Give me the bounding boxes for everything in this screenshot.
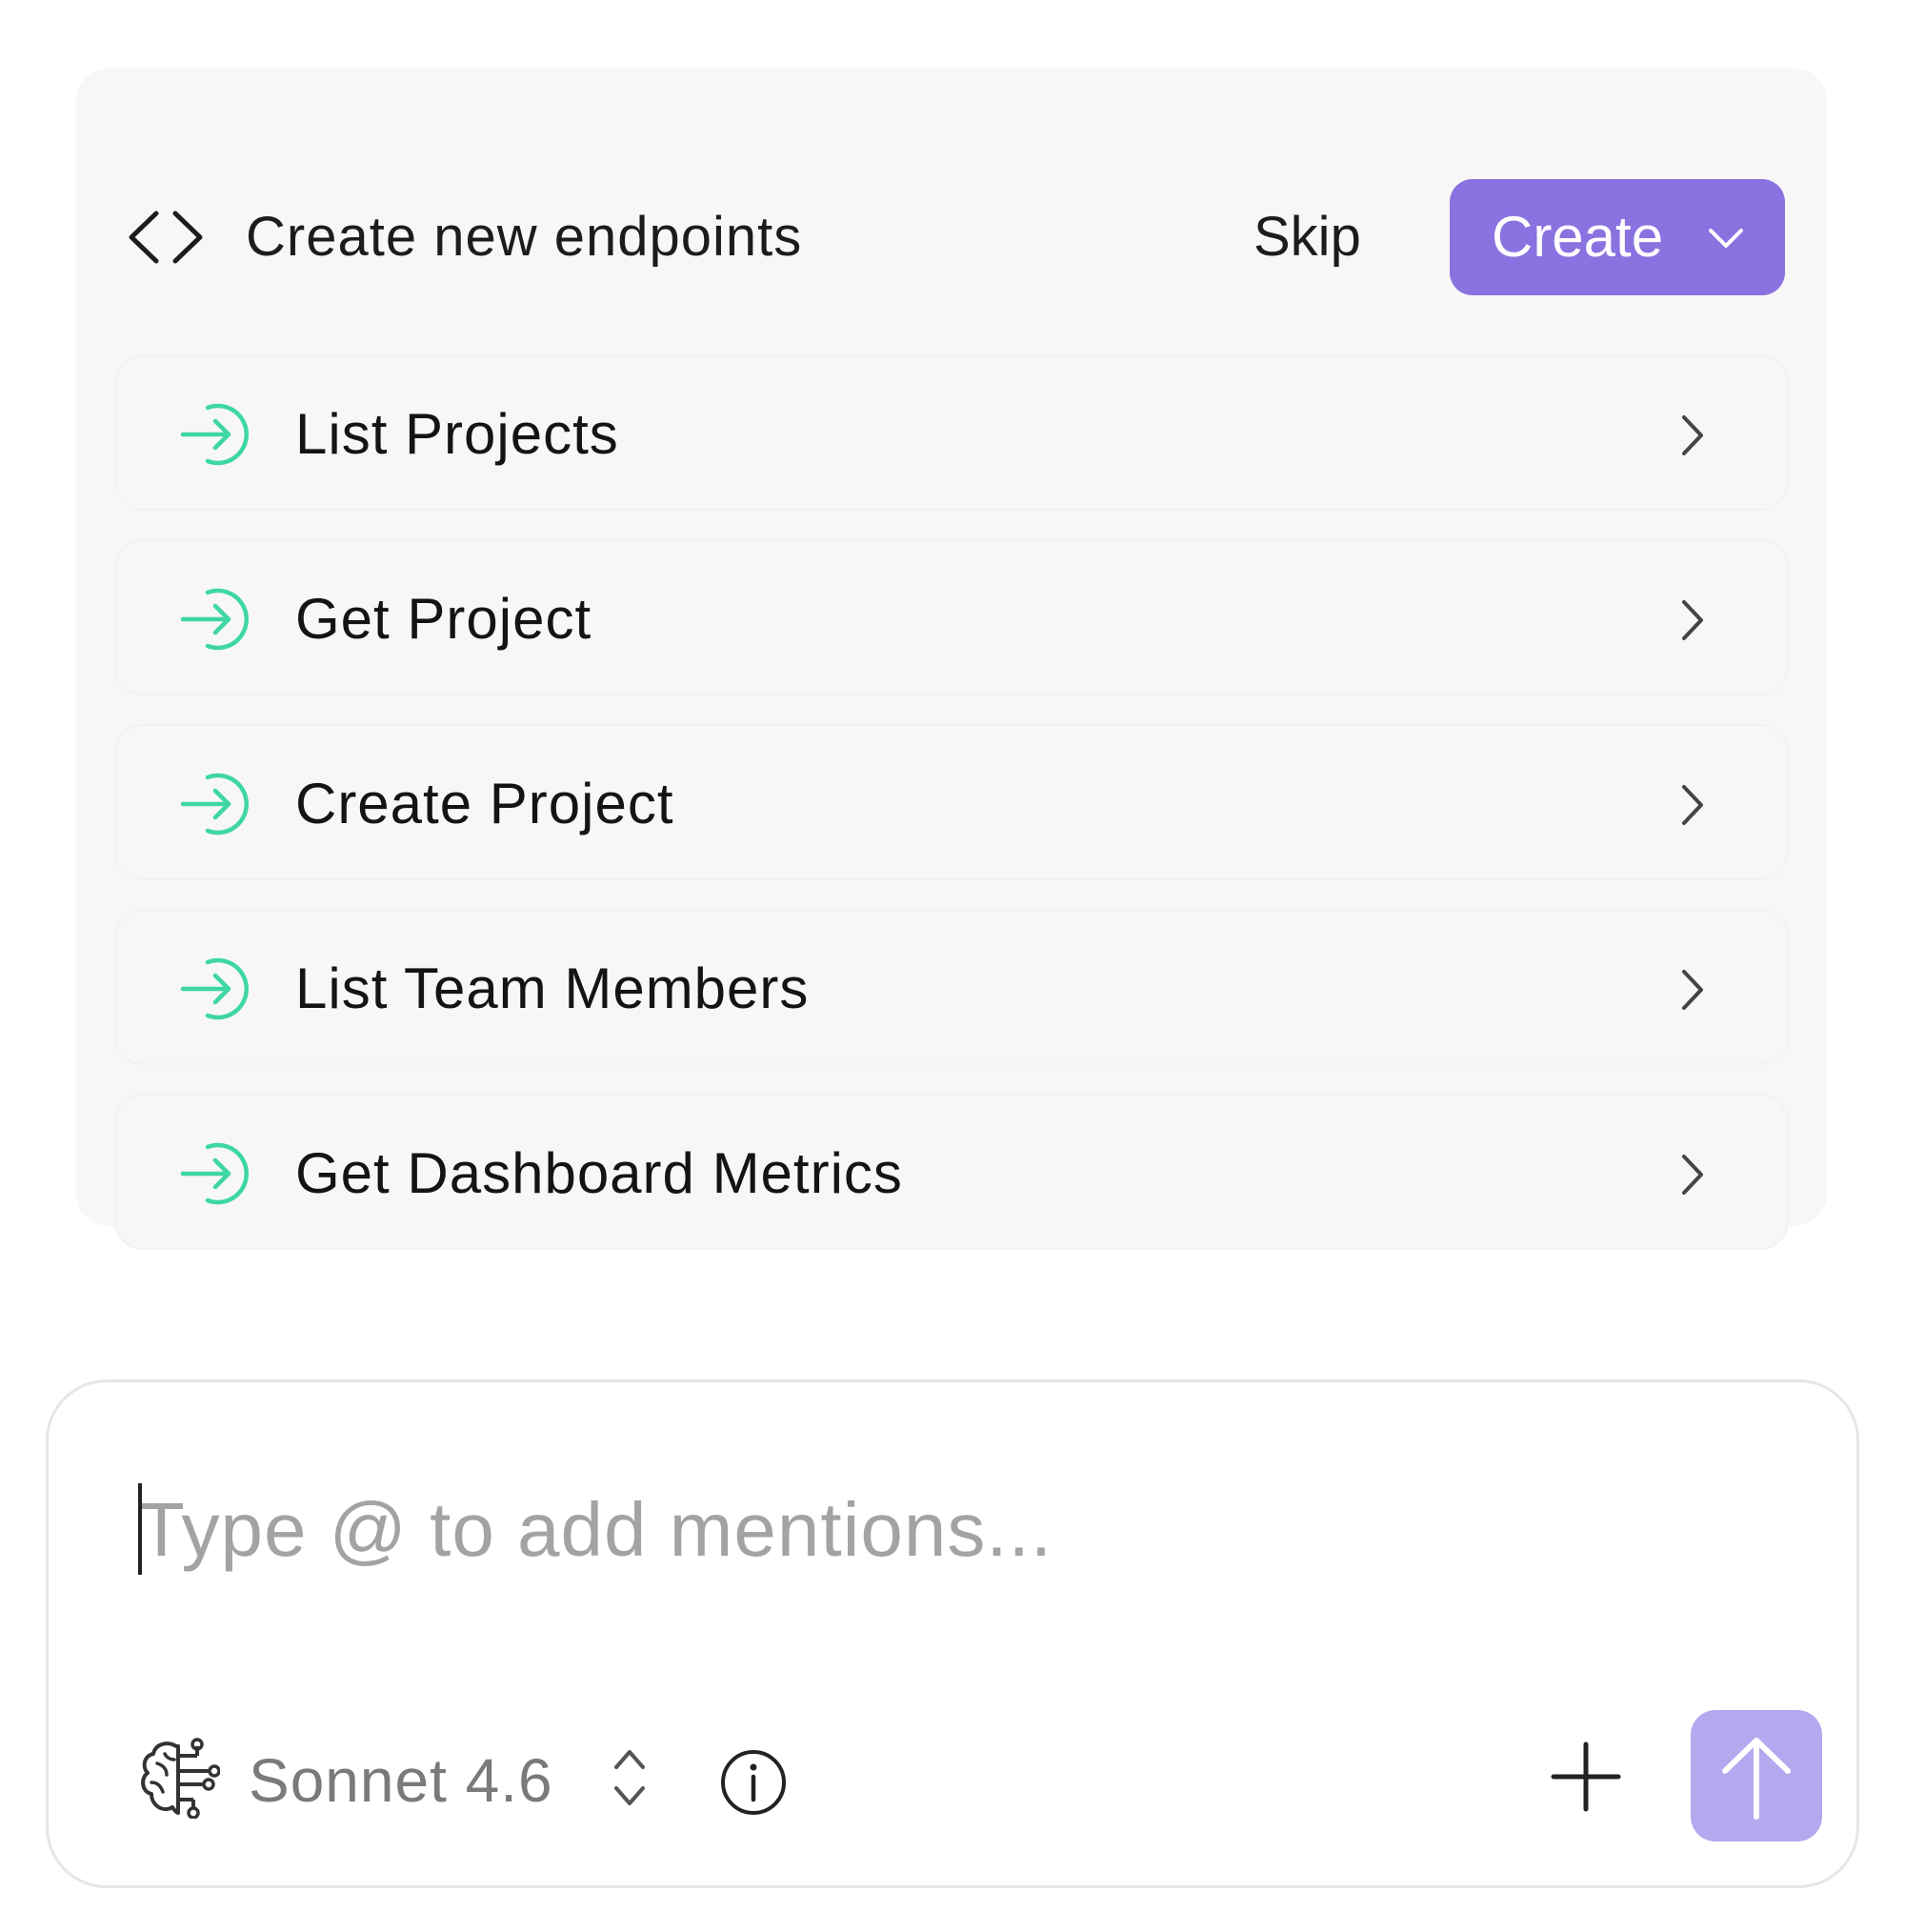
endpoints-card-header: Create new endpoints Skip Create [76, 69, 1827, 295]
plus-icon[interactable] [1550, 1741, 1622, 1813]
chat-composer: Sonnet 4.6 [46, 1379, 1859, 1888]
chevron-down-icon [1709, 229, 1743, 248]
arrow-into-circle-icon [180, 403, 250, 466]
arrow-into-circle-icon [180, 1142, 250, 1205]
brain-circuit-icon [141, 1738, 220, 1819]
chevron-right-icon [1682, 785, 1703, 825]
endpoint-item-label: Get Project [295, 587, 592, 651]
endpoint-item[interactable]: Get Dashboard Metrics [114, 1094, 1789, 1250]
endpoints-card: Create new endpoints Skip Create List Pr… [76, 69, 1827, 1250]
endpoints-card-title: Create new endpoints [246, 206, 803, 268]
endpoint-item[interactable]: Create Project [114, 724, 1789, 880]
info-icon[interactable] [719, 1748, 788, 1817]
endpoint-item[interactable]: List Projects [114, 354, 1789, 511]
send-button[interactable] [1691, 1710, 1822, 1841]
code-brackets-icon [129, 211, 203, 264]
endpoint-item[interactable]: List Team Members [114, 909, 1789, 1065]
text-caret [138, 1483, 142, 1575]
arrow-up-icon [1722, 1738, 1791, 1820]
arrow-into-circle-icon [180, 957, 250, 1020]
chevron-right-icon [1682, 415, 1703, 455]
create-button-label: Create [1492, 205, 1664, 269]
chevron-right-icon [1682, 600, 1703, 640]
chevron-up-down-icon [614, 1750, 645, 1805]
skip-button[interactable]: Skip [1253, 202, 1361, 272]
create-button[interactable]: Create [1450, 179, 1785, 295]
chevron-right-icon [1682, 1155, 1703, 1195]
endpoint-item-label: Get Dashboard Metrics [295, 1141, 903, 1205]
message-input[interactable] [138, 1478, 1757, 1582]
endpoint-item-label: Create Project [295, 772, 674, 835]
endpoint-item-label: List Projects [295, 402, 619, 466]
chevron-right-icon [1682, 970, 1703, 1010]
arrow-into-circle-icon [180, 773, 250, 835]
model-name: Sonnet 4.6 [249, 1746, 553, 1815]
endpoint-item-label: List Team Members [295, 956, 810, 1020]
arrow-into-circle-icon [180, 588, 250, 651]
endpoint-item[interactable]: Get Project [114, 539, 1789, 695]
